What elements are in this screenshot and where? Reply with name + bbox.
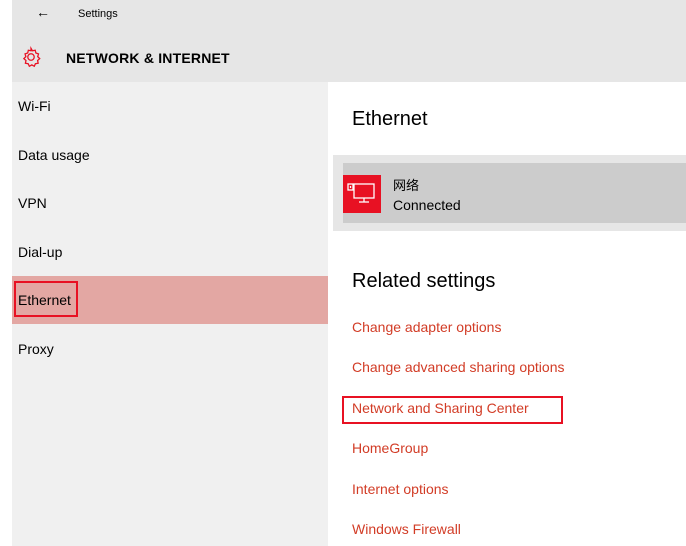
connection-item[interactable]: 网络 Connected: [343, 163, 686, 223]
ethernet-icon: [343, 175, 381, 213]
sidebar: Wi-Fi Data usage VPN Dial-up Ethernet Pr…: [12, 82, 328, 546]
title-bar: ← Settings: [12, 0, 686, 32]
gear-icon: [22, 46, 41, 68]
connection-card[interactable]: 网络 Connected: [333, 155, 686, 231]
homegroup-link[interactable]: HomeGroup: [352, 440, 428, 456]
related-settings-heading: Related settings: [352, 270, 496, 292]
section-header: NETWORK & INTERNET: [12, 32, 686, 82]
sidebar-item-proxy[interactable]: Proxy: [12, 325, 328, 373]
change-advanced-sharing-link[interactable]: Change advanced sharing options: [352, 359, 565, 375]
back-arrow-icon[interactable]: ←: [36, 4, 50, 20]
connection-name: 网络: [393, 178, 420, 193]
internet-options-link[interactable]: Internet options: [352, 481, 449, 497]
change-adapter-options-link[interactable]: Change adapter options: [352, 319, 501, 335]
highlight-box: [342, 396, 563, 424]
sidebar-item-wifi[interactable]: Wi-Fi: [12, 82, 328, 130]
sidebar-item-vpn[interactable]: VPN: [12, 179, 328, 227]
content-title: Ethernet: [352, 108, 428, 130]
sidebar-item-dial-up[interactable]: Dial-up: [12, 228, 328, 276]
page-title: NETWORK & INTERNET: [66, 50, 230, 66]
windows-firewall-link[interactable]: Windows Firewall: [352, 521, 461, 537]
connection-status: Connected: [393, 197, 461, 213]
app-title: Settings: [78, 8, 118, 20]
sidebar-item-data-usage[interactable]: Data usage: [12, 131, 328, 179]
sidebar-item-ethernet[interactable]: Ethernet: [12, 276, 328, 324]
highlight-box: [14, 281, 78, 317]
